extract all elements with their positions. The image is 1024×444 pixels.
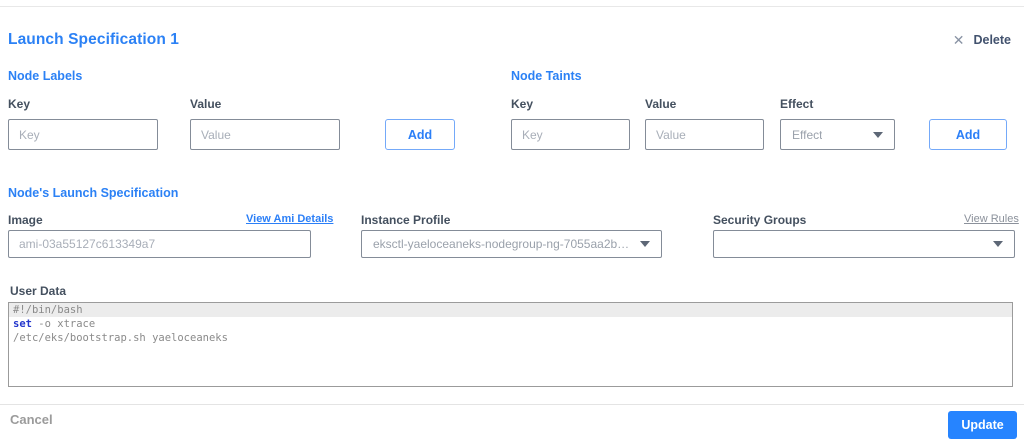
launch-specification-panel: Launch Specification 1 ✕ Delete Node Lab…	[0, 0, 1024, 444]
image-label: Image	[8, 213, 43, 227]
node-taints-key-label: Key	[511, 97, 534, 111]
effect-select-placeholder: Effect	[792, 127, 823, 142]
node-taints-value-input[interactable]	[645, 119, 764, 150]
instance-profile-select[interactable]: eksctl-yaeloceaneks-nodegroup-ng-7055aa2…	[361, 230, 662, 258]
user-data-label: User Data	[10, 284, 67, 298]
code-line-1: #!/bin/bash	[9, 303, 1012, 317]
launch-spec-section-title: Node's Launch Specification	[8, 186, 179, 200]
security-groups-select[interactable]	[713, 230, 1015, 258]
chevron-down-icon	[640, 241, 650, 247]
code-text: #!/bin/bash	[13, 304, 83, 316]
node-taints-effect-label: Effect	[780, 97, 814, 111]
footer-divider	[0, 404, 1024, 405]
node-labels-key-label: Key	[8, 97, 31, 111]
node-taints-key-input[interactable]	[511, 119, 630, 150]
node-labels-value-input[interactable]	[190, 119, 340, 150]
view-ami-details-link[interactable]: View Ami Details	[246, 213, 333, 225]
instance-profile-value: eksctl-yaeloceaneks-nodegroup-ng-7055aa2…	[373, 237, 632, 251]
node-labels-key-input[interactable]	[8, 119, 158, 150]
node-taints-section-title: Node Taints	[511, 69, 582, 83]
node-labels-section-title: Node Labels	[8, 69, 83, 83]
close-icon: ✕	[952, 32, 965, 48]
code-line-2: set -o xtrace	[9, 317, 1012, 331]
view-rules-link[interactable]: View Rules	[964, 213, 1019, 225]
update-button[interactable]: Update	[948, 411, 1017, 439]
top-divider	[0, 6, 1024, 7]
image-input[interactable]	[8, 230, 311, 258]
code-line-3: /etc/eks/bootstrap.sh yaeloceaneks	[9, 331, 1012, 345]
instance-profile-label: Instance Profile	[361, 213, 451, 227]
code-text: -o xtrace	[31, 318, 96, 330]
code-keyword: set	[13, 318, 32, 330]
user-data-editor[interactable]: #!/bin/bash set -o xtrace /etc/eks/boots…	[8, 302, 1013, 387]
delete-button[interactable]: ✕ Delete	[953, 33, 1011, 47]
chevron-down-icon	[873, 131, 883, 138]
security-groups-label: Security Groups	[713, 213, 807, 227]
delete-button-label: Delete	[973, 33, 1011, 47]
node-taints-add-button[interactable]: Add	[929, 119, 1007, 150]
page-title: Launch Specification 1	[8, 31, 180, 48]
cancel-button[interactable]: Cancel	[10, 412, 53, 427]
node-labels-add-button[interactable]: Add	[385, 119, 455, 150]
node-taints-effect-select[interactable]: Effect	[780, 119, 895, 150]
node-taints-value-label: Value	[645, 97, 677, 111]
code-text: /etc/eks/bootstrap.sh yaeloceaneks	[13, 332, 228, 344]
node-labels-value-label: Value	[190, 97, 222, 111]
chevron-down-icon	[993, 241, 1003, 247]
